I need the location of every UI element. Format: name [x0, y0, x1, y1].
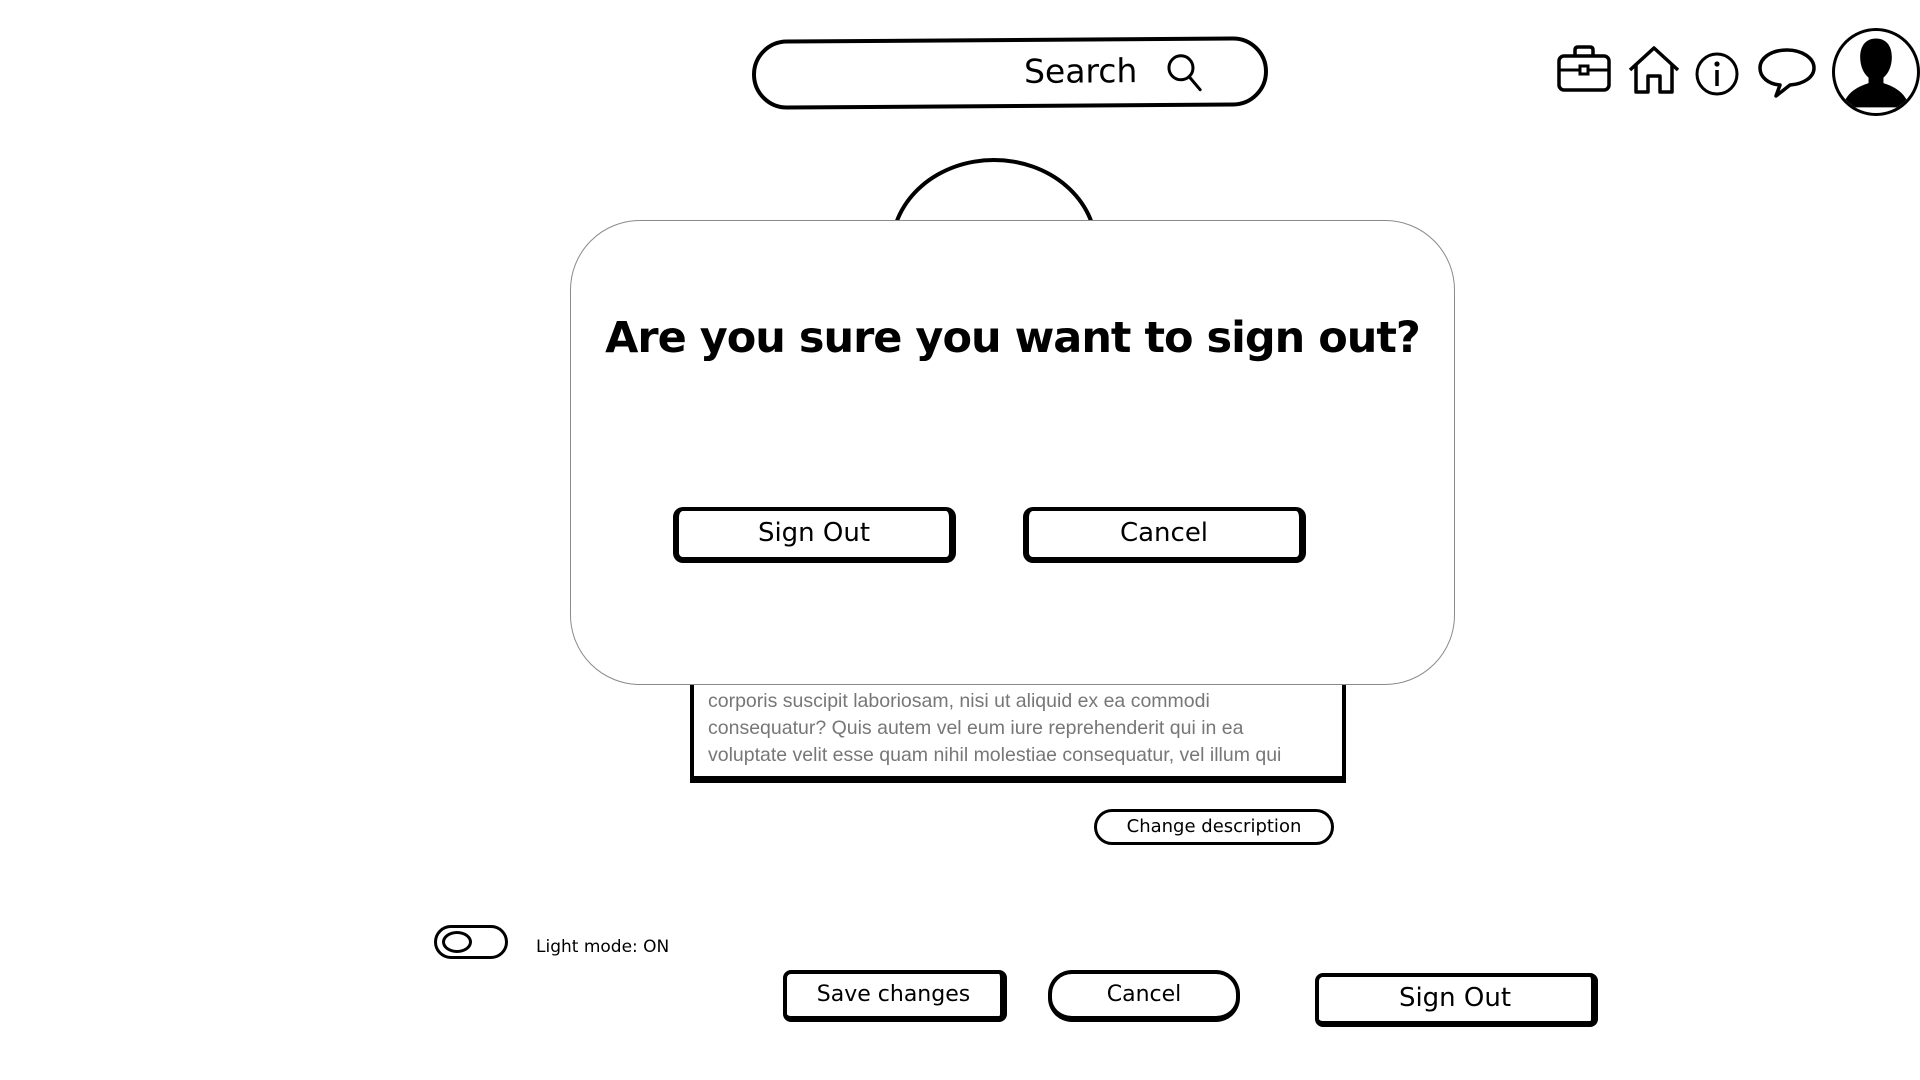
save-changes-button[interactable]: Save changes	[783, 970, 1007, 1022]
avatar[interactable]	[1832, 28, 1920, 116]
briefcase-icon[interactable]	[1556, 44, 1612, 94]
home-icon[interactable]	[1626, 44, 1682, 96]
confirm-sign-out-button[interactable]: Sign Out	[673, 507, 956, 563]
description-line: corporis suscipit laboriosam, nisi ut al…	[708, 690, 1210, 712]
sign-out-dialog: Are you sure you want to sign out? Sign …	[570, 220, 1455, 685]
light-mode-toggle[interactable]	[434, 925, 508, 959]
dialog-cancel-button[interactable]: Cancel	[1023, 507, 1306, 563]
sign-out-button[interactable]: Sign Out	[1315, 973, 1598, 1027]
description-line: consequatur? Quis autem vel eum iure rep…	[708, 717, 1244, 739]
change-description-button[interactable]: Change description	[1094, 809, 1334, 845]
search-label: Search	[1023, 51, 1138, 91]
search-bar[interactable]: Search	[751, 36, 1269, 110]
info-icon[interactable]	[1694, 51, 1740, 97]
chat-icon[interactable]	[1756, 46, 1818, 100]
search-icon[interactable]	[1164, 51, 1204, 93]
cancel-button[interactable]: Cancel	[1048, 970, 1240, 1022]
light-mode-label: Light mode: ON	[536, 937, 670, 957]
profile-settings-page: Search corporis suscipit laboriosam, nis…	[0, 0, 1920, 1080]
description-line: voluptate velit esse quam nihil molestia…	[708, 744, 1282, 766]
toggle-knob	[442, 931, 472, 953]
dialog-title: Are you sure you want to sign out?	[605, 313, 1421, 363]
